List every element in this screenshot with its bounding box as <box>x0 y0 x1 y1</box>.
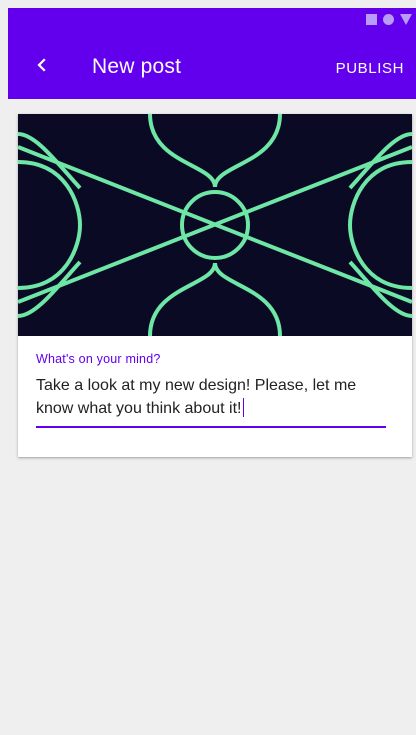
field-label: What's on your mind? <box>36 352 161 366</box>
back-button[interactable] <box>30 53 54 77</box>
status-bar <box>8 8 416 32</box>
post-card: What's on your mind? Take a look at my n… <box>18 114 412 457</box>
text-cursor <box>243 398 245 417</box>
geometric-pattern-image <box>18 114 412 336</box>
square-icon <box>366 14 377 25</box>
post-image <box>18 114 412 336</box>
publish-button[interactable]: PUBLISH <box>336 60 404 77</box>
circle-icon <box>383 14 394 25</box>
triangle-icon <box>400 14 412 25</box>
page-title: New post <box>92 55 182 78</box>
post-text-input[interactable]: Take a look at my new design! Please, le… <box>36 374 386 420</box>
field-underline <box>36 426 386 428</box>
post-text-value: Take a look at my new design! Please, le… <box>36 377 357 417</box>
status-icons <box>366 14 412 25</box>
app-bar: New post PUBLISH <box>8 8 416 99</box>
chevron-left-icon <box>37 58 46 72</box>
post-text-field[interactable]: What's on your mind? Take a look at my n… <box>36 352 386 420</box>
